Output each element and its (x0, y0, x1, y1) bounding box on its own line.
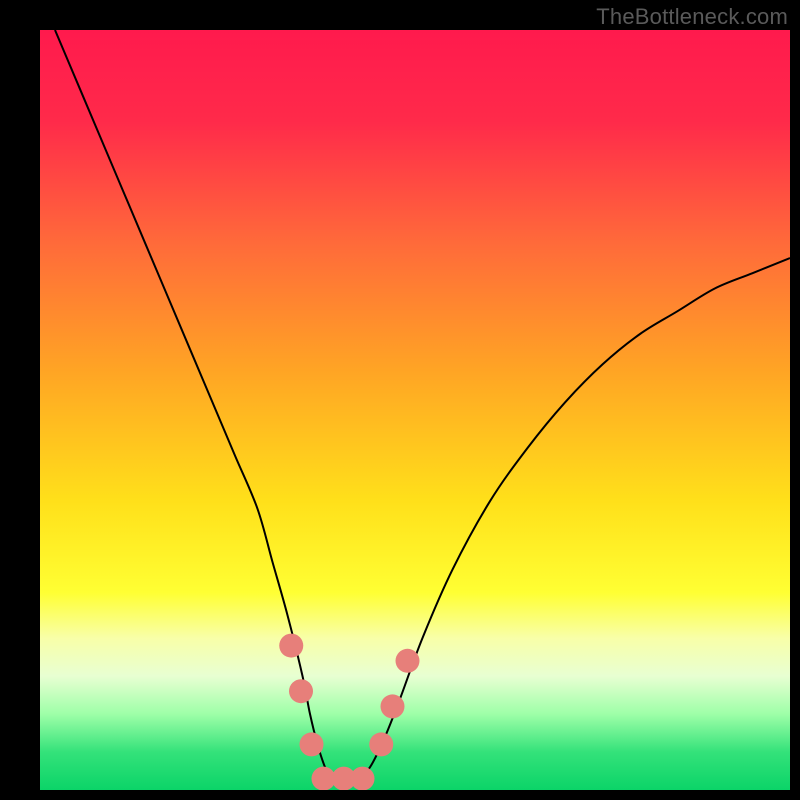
watermark-text: TheBottleneck.com (596, 4, 788, 30)
curve-marker (369, 732, 393, 756)
chart-svg (40, 30, 790, 790)
curve-marker (279, 634, 303, 658)
curve-marker (300, 732, 324, 756)
chart-frame: TheBottleneck.com (0, 0, 800, 800)
plot-area (40, 30, 790, 790)
curve-marker (351, 767, 375, 790)
gradient-background (40, 30, 790, 790)
curve-marker (396, 649, 420, 673)
curve-marker (381, 694, 405, 718)
curve-marker (289, 679, 313, 703)
